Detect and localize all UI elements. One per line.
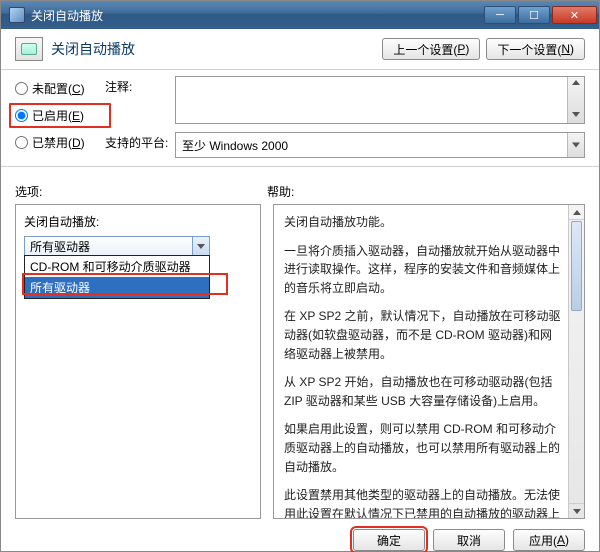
footer: 确定 取消 应用(A)	[1, 519, 599, 551]
drive-combo-value: 所有驱动器	[30, 238, 90, 255]
dialog-window: 关闭自动播放 ─ ☐ ✕ 关闭自动播放 上一个设置(P) 下一个设置(N) 未配…	[0, 0, 600, 552]
policy-icon	[15, 37, 43, 61]
radio-group: 未配置(C) 已启用(E) 已禁用(D)	[15, 76, 105, 158]
help-text: 关闭自动播放功能。 一旦将介质插入驱动器，自动播放就开始从驱动器中进行读取操作。…	[274, 205, 584, 518]
lower-panes: 关闭自动播放: 所有驱动器 CD-ROM 和可移动介质驱动器 所有驱动器 关闭自…	[1, 204, 599, 519]
scroll-thumb[interactable]	[571, 221, 582, 311]
config-right: 注释: 支持的平台: 至少 Windows 2000	[105, 76, 585, 158]
titlebar: 关闭自动播放 ─ ☐ ✕	[1, 1, 599, 29]
radio-unconfigured-input[interactable]	[15, 82, 28, 95]
highlight-enabled: 已启用(E)	[9, 103, 111, 128]
cancel-button[interactable]: 取消	[433, 529, 505, 551]
next-setting-button[interactable]: 下一个设置(N)	[486, 38, 585, 60]
comment-scroll-up[interactable]	[572, 80, 580, 88]
radio-enabled[interactable]: 已启用(E)	[15, 107, 105, 124]
apply-button[interactable]: 应用(A)	[513, 529, 585, 551]
window-title: 关闭自动播放	[31, 7, 484, 24]
window-controls: ─ ☐ ✕	[484, 6, 599, 24]
page-title: 关闭自动播放	[51, 39, 376, 59]
divider-2	[1, 166, 599, 167]
platform-scroll-icon	[572, 143, 580, 148]
app-icon	[9, 7, 25, 23]
drive-combo-button[interactable]	[192, 237, 209, 255]
close-button[interactable]: ✕	[552, 6, 597, 24]
header: 关闭自动播放 上一个设置(P) 下一个设置(N)	[1, 29, 599, 65]
prev-setting-button[interactable]: 上一个设置(P)	[382, 38, 480, 60]
maximize-button[interactable]: ☐	[518, 6, 550, 24]
drive-option-cdrom[interactable]: CD-ROM 和可移动介质驱动器	[25, 256, 209, 277]
help-scrollbar[interactable]	[568, 205, 584, 518]
comment-scroll-down[interactable]	[572, 112, 580, 120]
platform-row: 支持的平台: 至少 Windows 2000	[105, 132, 585, 158]
options-pane: 关闭自动播放: 所有驱动器 CD-ROM 和可移动介质驱动器 所有驱动器	[15, 204, 261, 519]
platform-box: 至少 Windows 2000	[175, 132, 585, 158]
platform-label: 支持的平台:	[105, 132, 169, 151]
config-area: 未配置(C) 已启用(E) 已禁用(D) 注释:	[1, 76, 599, 162]
scroll-up-button[interactable]	[569, 205, 584, 220]
comment-label: 注释:	[105, 76, 169, 95]
help-pane: 关闭自动播放功能。 一旦将介质插入驱动器，自动播放就开始从驱动器中进行读取操作。…	[273, 204, 585, 519]
radio-unconfigured[interactable]: 未配置(C)	[15, 80, 105, 97]
drive-combo[interactable]: 所有驱动器	[24, 236, 210, 256]
scroll-down-button[interactable]	[569, 503, 584, 518]
close-autoplay-label: 关闭自动播放:	[24, 213, 252, 230]
radio-disabled-input[interactable]	[15, 136, 28, 149]
ok-button[interactable]: 确定	[353, 529, 425, 551]
options-heading: 选项:	[15, 183, 267, 200]
radio-enabled-input[interactable]	[15, 109, 28, 122]
divider	[1, 69, 599, 70]
drive-option-all[interactable]: 所有驱动器	[25, 277, 209, 298]
comment-input[interactable]	[175, 76, 585, 124]
section-labels: 选项: 帮助:	[1, 173, 599, 204]
comment-row: 注释:	[105, 76, 585, 124]
minimize-button[interactable]: ─	[484, 6, 516, 24]
radio-disabled[interactable]: 已禁用(D)	[15, 134, 105, 151]
help-heading: 帮助:	[267, 183, 294, 200]
drive-combo-wrap: 所有驱动器 CD-ROM 和可移动介质驱动器 所有驱动器	[24, 236, 210, 256]
drive-combo-dropdown: CD-ROM 和可移动介质驱动器 所有驱动器	[24, 255, 210, 299]
platform-value: 至少 Windows 2000	[182, 137, 288, 154]
